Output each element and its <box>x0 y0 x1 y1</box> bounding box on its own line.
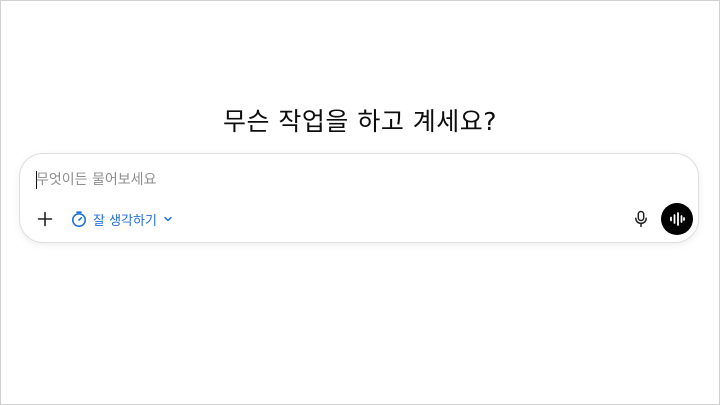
voice-mode-button[interactable] <box>661 203 693 235</box>
think-mode-label: 잘 생각하기 <box>93 213 157 229</box>
prompt-input[interactable] <box>36 168 596 192</box>
timer-icon <box>70 210 88 228</box>
voice-waveform-icon <box>668 211 686 227</box>
page-title: 무슨 작업을 하고 계세요? <box>222 106 498 136</box>
think-mode-button[interactable]: 잘 생각하기 <box>64 206 180 232</box>
add-attachment-button[interactable] <box>32 206 58 232</box>
prompt-composer: 잘 생각하기 <box>19 153 699 243</box>
plus-icon <box>37 211 53 227</box>
dictate-button[interactable] <box>628 206 654 232</box>
app-window: 무슨 작업을 하고 계세요? 잘 생각하기 <box>0 0 720 405</box>
microphone-icon <box>633 210 649 228</box>
chevron-down-icon <box>162 213 174 225</box>
